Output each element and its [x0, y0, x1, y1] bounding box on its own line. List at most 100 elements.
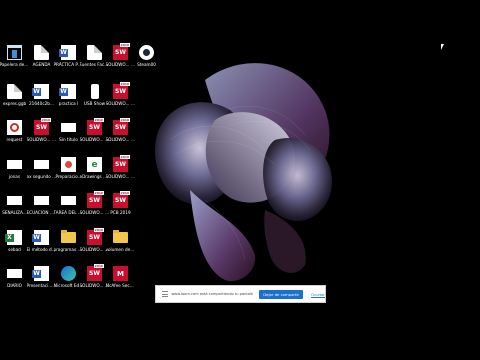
recycle-bin-icon: [7, 45, 22, 60]
solidworks-icon: SW: [87, 118, 104, 135]
desktop-icon-label: PCB 2019: [110, 210, 131, 215]
desktop-icon[interactable]: Steam00: [133, 45, 160, 67]
solidworks-icon: SW: [87, 191, 104, 208]
desktop-icon[interactable]: SWSOLIDWO... Compose...: [80, 264, 110, 288]
word-icon: [32, 84, 49, 99]
desktop-icon-label: request: [6, 137, 23, 142]
desktop-icon[interactable]: eeDrawings 2019 x64...: [80, 157, 110, 179]
desktop-icon[interactable]: TAREA DEL GRUPO A.J.: [54, 193, 84, 215]
desktop-icon[interactable]: AGENDA: [28, 45, 55, 67]
solidworks-icon: SW: [113, 155, 130, 172]
mcafee-icon: M: [113, 266, 128, 281]
desktop-icon[interactable]: 21640c2b...: [28, 84, 55, 106]
solidworks-icon: SW: [87, 264, 104, 281]
document-icon: [7, 84, 22, 99]
desktop-icon[interactable]: Papelera de reciclaje: [0, 45, 30, 67]
desktop-icon[interactable]: PRÁCTICA PROB Y EST: [54, 45, 84, 67]
desktop-icon-label: McAfee Security Sc...: [105, 283, 136, 288]
desktop-icon[interactable]: SW SOLIDWO... Visualize B...: [106, 155, 136, 179]
desktop-icon-label: Steam00: [137, 62, 156, 67]
desktop-icon[interactable]: ECUACION DE SEGUND...: [26, 193, 57, 215]
solidworks-icon: SW: [34, 118, 51, 135]
drag-handle-icon[interactable]: [162, 291, 169, 297]
desktop-icon-label: expres.ggb: [2, 101, 27, 106]
desktop-icon[interactable]: Fuentes Factory: [80, 45, 110, 67]
desktop: Papelera de reciclajeAGENDAPRÁCTICA PROB…: [0, 0, 480, 360]
stop-sharing-button[interactable]: Dejar de compartir: [259, 289, 304, 299]
desktop-icon-label: SOLIDWO... Visualize 2...: [105, 137, 136, 142]
desktop-icon[interactable]: jonas: [1, 157, 28, 179]
desktop-icon-label: ECUACION DE SEGUND...: [26, 210, 57, 215]
desktop-icon[interactable]: request: [1, 120, 28, 142]
document-icon: [34, 45, 49, 60]
folder-icon: [113, 230, 128, 243]
jar-icon: [61, 157, 76, 172]
desktop-icon-label: DIARIO: [7, 283, 22, 288]
edge-icon: [61, 266, 76, 281]
bloom-ribbon-bottom: [190, 190, 256, 282]
desktop-icon[interactable]: Preparacio...: [55, 157, 82, 179]
blank-file-icon: [7, 160, 22, 169]
desktop-icon[interactable]: El método de Jacobi a...: [26, 230, 57, 252]
desktop-icon[interactable]: SWSOLIDWO... Electrical: [80, 191, 110, 215]
wallpaper-bloom-image: [155, 63, 332, 282]
hide-link[interactable]: Ocultar: [311, 292, 325, 297]
desktop-icon[interactable]: SW SOLIDWO... Explorer 2...: [26, 118, 57, 142]
solidworks-icon: SW: [87, 228, 104, 245]
desktop-icon[interactable]: practica l: [55, 84, 82, 106]
desktop-icon-label: volumen de sólido: [105, 247, 136, 252]
desktop-icon-label: SOLIDWO... Explorer 2...: [26, 137, 57, 142]
pdf-icon: [7, 120, 22, 135]
word-icon: [32, 230, 49, 245]
desktop-icon-label: SENALIZA...: [2, 210, 27, 215]
desktop-icon[interactable]: M McAfee Security Sc...: [105, 266, 136, 288]
desktop-icon[interactable]: expres.ggb: [1, 84, 28, 106]
desktop-icon[interactable]: ax segundo grado: [26, 157, 57, 179]
desktop-icon[interactable]: programas ple: [54, 230, 84, 252]
solidworks-icon: SW: [113, 118, 130, 135]
word-icon: [32, 266, 49, 281]
blank-file-icon: [34, 196, 49, 205]
blank-file-icon: [61, 196, 76, 205]
desktop-icon-label: SOLIDWO... Inspection...: [105, 101, 136, 106]
desktop-icon-label: ax segundo grado: [26, 174, 57, 179]
blank-file-icon: [61, 123, 76, 132]
desktop-icon[interactable]: volumen de sólido: [105, 230, 136, 252]
desktop-icon[interactable]: DIARIO: [1, 266, 28, 288]
edrawings-icon: e: [87, 157, 102, 172]
word-icon: [59, 84, 76, 99]
desktop-icon[interactable]: Microsoft Edge: [54, 266, 84, 288]
desktop-icon[interactable]: SWSOLIDWO... Compose...: [106, 43, 136, 67]
excel-icon: [5, 230, 22, 245]
solidworks-icon: SW: [113, 43, 130, 60]
desktop-icon[interactable]: Presentaci... - copia: [26, 266, 57, 288]
solidworks-icon: SW: [113, 82, 130, 99]
usb-icon: [90, 84, 99, 99]
desktop-icon-label: AGENDA: [32, 62, 51, 67]
solidworks-icon: SW: [113, 191, 130, 208]
screen-share-notification-bar: www.loom.com está compartiendo tu pantal…: [155, 285, 326, 303]
desktop-icon[interactable]: SENALIZA...: [1, 193, 28, 215]
desktop-icon-label: El método de Jacobi a...: [26, 247, 57, 252]
desktop-icon-label: Presentaci... - copia: [26, 283, 57, 288]
desktop-icon[interactable]: sebad: [1, 230, 28, 252]
desktop-icon[interactable]: SW SOLIDWO... Visualize 2...: [105, 118, 136, 142]
desktop-icon[interactable]: SWSOLIDWO... 2019: [80, 118, 110, 142]
desktop-icon-label: sebad: [8, 247, 21, 252]
desktop-icon[interactable]: SW SOLIDWO... Inspection...: [105, 82, 136, 106]
word-icon: [59, 45, 76, 60]
blank-file-icon: [7, 269, 22, 278]
blank-file-icon: [7, 196, 22, 205]
desktop-icon[interactable]: Sin titulo: [55, 120, 82, 142]
document-icon: [87, 45, 102, 60]
steam-icon: [139, 45, 154, 60]
desktop-icon[interactable]: SWSOLIDWO... Compose...: [80, 228, 110, 252]
desktop-icon-label: jonas: [8, 174, 21, 179]
desktop-icon-label: Papelera de reciclaje: [0, 62, 30, 67]
folder-icon: [61, 230, 76, 243]
blank-file-icon: [34, 160, 49, 169]
mouse-cursor-icon: [441, 44, 444, 50]
desktop-icon[interactable]: USB Show: [81, 84, 108, 106]
desktop-icon-label: 21640c2b...: [29, 101, 54, 106]
desktop-icon[interactable]: SW PCB 2019: [107, 191, 134, 215]
